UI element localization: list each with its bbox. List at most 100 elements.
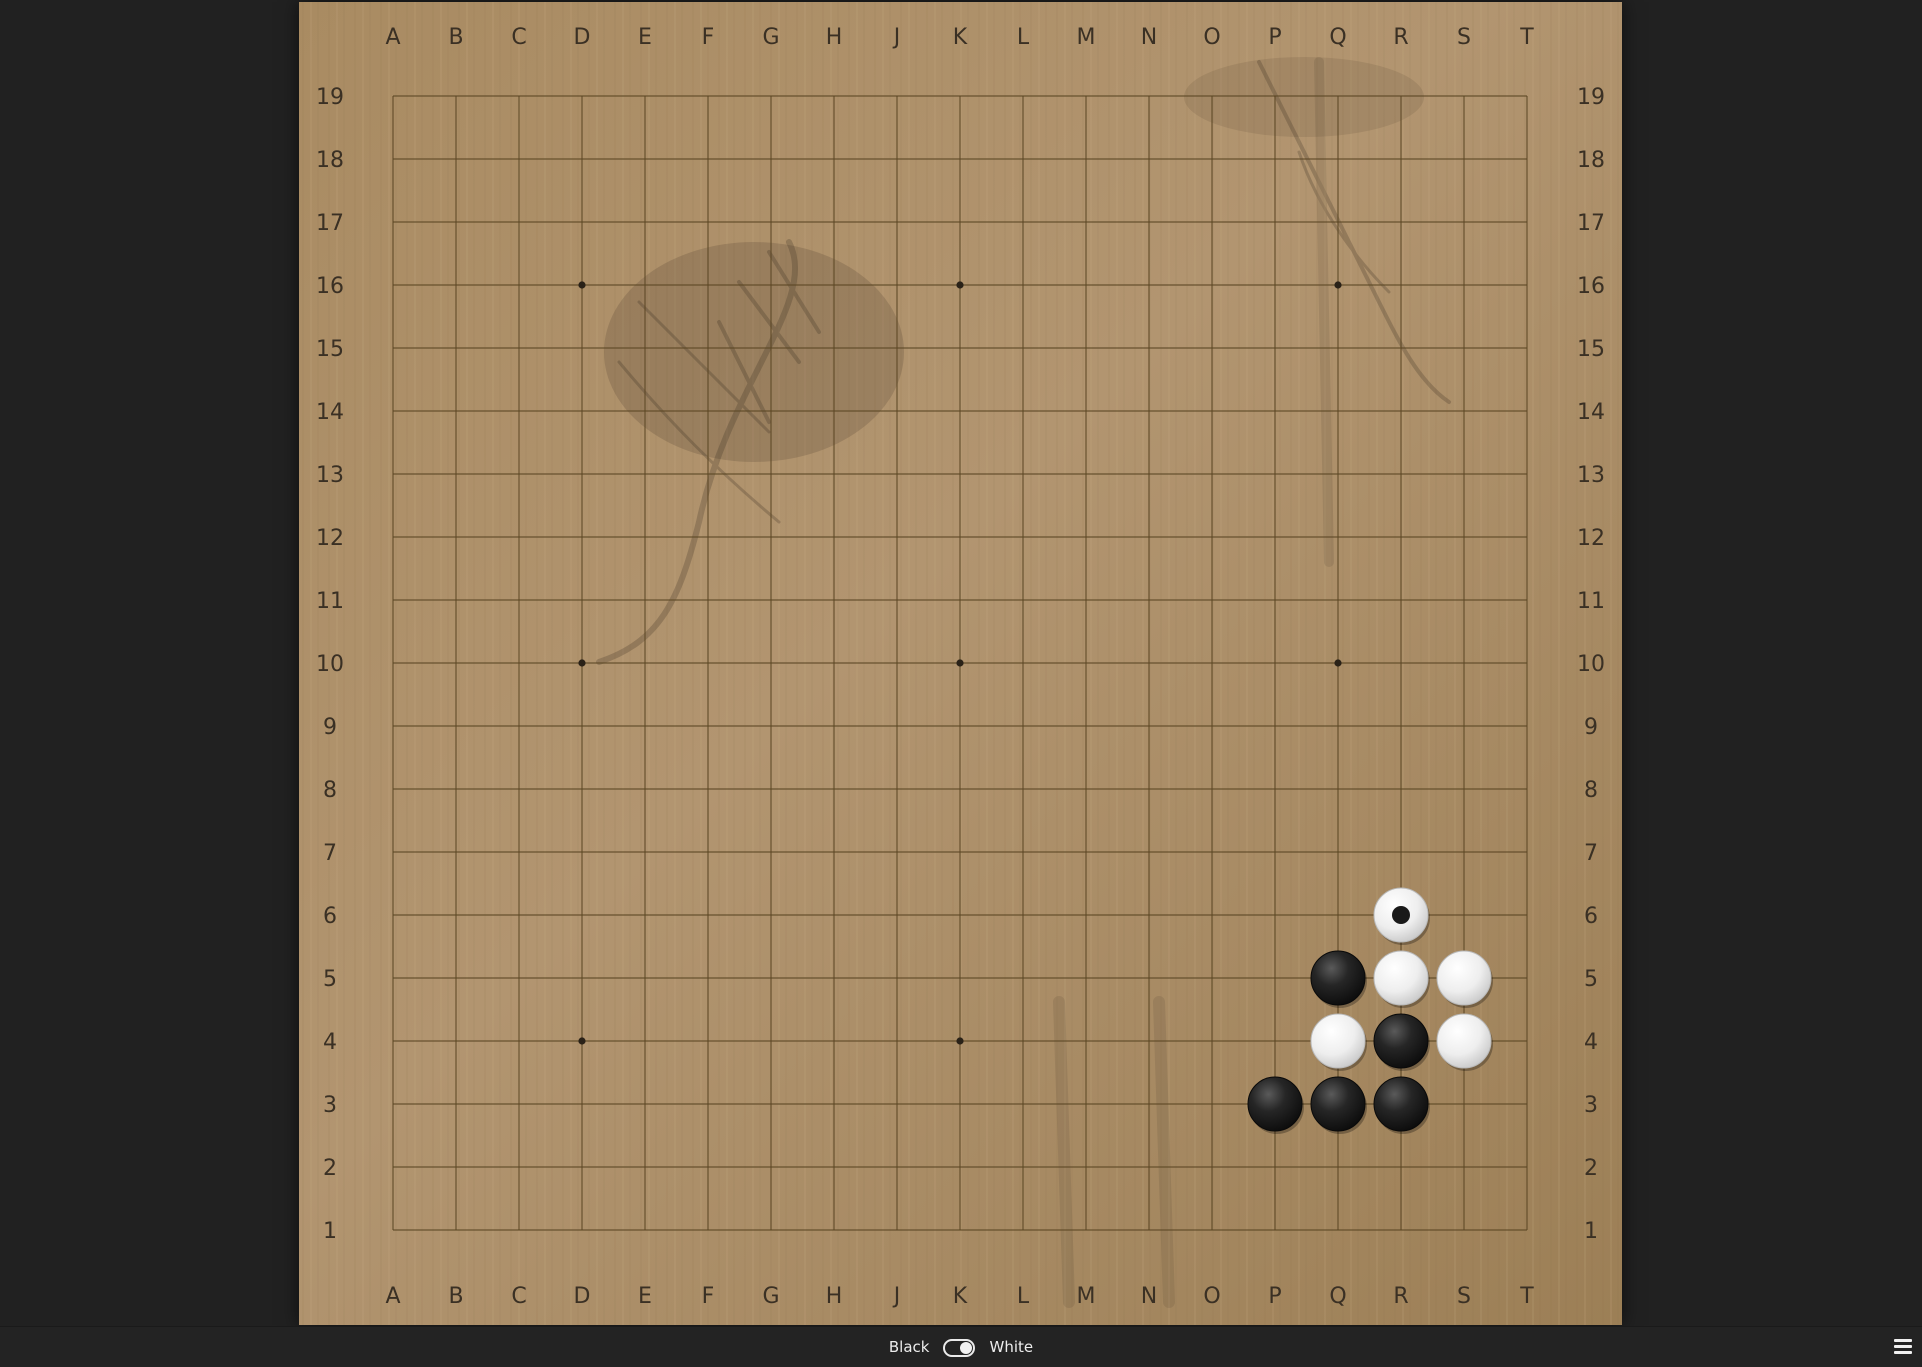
column-label: P [1268,25,1281,50]
row-label: 4 [1584,1030,1598,1055]
column-label: G [762,25,779,50]
column-label: A [385,1284,400,1309]
star-point [578,281,586,289]
row-label: 10 [316,652,344,677]
column-label: K [953,1284,968,1309]
row-label: 8 [1584,778,1598,803]
column-label: L [1017,1284,1030,1309]
hamburger-menu-icon[interactable] [1894,1339,1912,1355]
star-point [956,659,964,667]
star-point [578,1037,586,1045]
column-label: H [826,25,843,50]
column-label: P [1268,1284,1281,1309]
star-point [1334,281,1342,289]
row-label: 7 [323,841,337,866]
row-label: 1 [323,1219,337,1244]
row-label: 14 [1577,400,1605,425]
column-label: Q [1329,1284,1346,1309]
column-label: C [511,25,526,50]
column-label: E [638,1284,652,1309]
row-label: 16 [1577,274,1605,299]
row-label: 10 [1577,652,1605,677]
row-label: 3 [323,1093,337,1118]
stone-body [1436,950,1492,1006]
menu-bar-1 [1894,1339,1912,1342]
stone-body [1247,1076,1303,1132]
stone-body [1436,1013,1492,1069]
column-label: M [1077,1284,1096,1309]
stone-body [1310,1076,1366,1132]
stone-body [1373,1013,1429,1069]
row-label: 11 [316,589,344,614]
stone-body [1373,950,1429,1006]
row-label: 8 [323,778,337,803]
column-label: B [448,1284,463,1309]
column-label: M [1077,25,1096,50]
star-point [1334,659,1342,667]
row-label: 12 [316,526,344,551]
column-label: B [448,25,463,50]
menu-bar-2 [1894,1345,1912,1348]
menu-bar-3 [1894,1351,1912,1354]
column-label: C [511,1284,526,1309]
column-label: N [1141,25,1157,50]
row-label: 13 [1577,463,1605,488]
ink-pine-cluster [604,242,904,462]
row-label: 9 [323,715,337,740]
row-label: 18 [1577,148,1605,173]
row-label: 1 [1584,1219,1598,1244]
row-label: 15 [316,337,344,362]
row-label: 6 [1584,904,1598,929]
column-label: K [953,25,968,50]
bottom-bar: Black White [0,1326,1922,1367]
column-label: D [574,1284,591,1309]
row-label: 5 [1584,967,1598,992]
row-label: 12 [1577,526,1605,551]
column-label: O [1203,25,1220,50]
player-toggle-group: Black White [0,1327,1922,1367]
column-label: S [1457,25,1471,50]
row-label: 14 [316,400,344,425]
row-label: 2 [323,1156,337,1181]
stone-body [1310,950,1366,1006]
row-label: 18 [316,148,344,173]
row-label: 19 [316,85,344,110]
row-label: 13 [316,463,344,488]
row-label: 7 [1584,841,1598,866]
go-board[interactable]: A A B B C C D D E E F F G G H H J J K K L L M M N N O O P P Q Q R R S S T T 19… [299,2,1622,1325]
row-label: 19 [1577,85,1605,110]
column-label: F [702,25,715,50]
white-player-label[interactable]: White [989,1327,1033,1367]
row-label: 2 [1584,1156,1598,1181]
row-label: 3 [1584,1093,1598,1118]
column-label: J [892,1284,901,1309]
star-point [578,659,586,667]
column-label: O [1203,1284,1220,1309]
column-label: A [385,25,400,50]
row-label: 4 [323,1030,337,1055]
star-point [956,281,964,289]
column-label: D [574,25,591,50]
go-app: A A B B C C D D E E F F G G H H J J K K L L M M N N O O P P Q Q R R S S T T 19… [0,0,1922,1367]
row-label: 5 [323,967,337,992]
row-label: 6 [323,904,337,929]
board-canvas[interactable]: AABBCCDDEEFFGGHHJJKKLLMMNNOOPPQQRRSSTT19… [299,2,1622,1325]
column-label: F [702,1284,715,1309]
column-label: E [638,25,652,50]
row-label: 11 [1577,589,1605,614]
row-label: 17 [316,211,344,236]
row-label: 15 [1577,337,1605,362]
star-point [956,1037,964,1045]
column-label: T [1519,25,1534,50]
column-label: L [1017,25,1030,50]
black-player-label[interactable]: Black [889,1327,930,1367]
column-label: H [826,1284,843,1309]
stone-body [1373,1076,1429,1132]
column-label: R [1393,1284,1408,1309]
row-label: 17 [1577,211,1605,236]
column-label: J [892,25,901,50]
player-color-toggle[interactable] [943,1338,976,1357]
ink-pine-cluster-2 [1184,57,1424,137]
column-label: T [1519,1284,1534,1309]
stone-body [1310,1013,1366,1069]
